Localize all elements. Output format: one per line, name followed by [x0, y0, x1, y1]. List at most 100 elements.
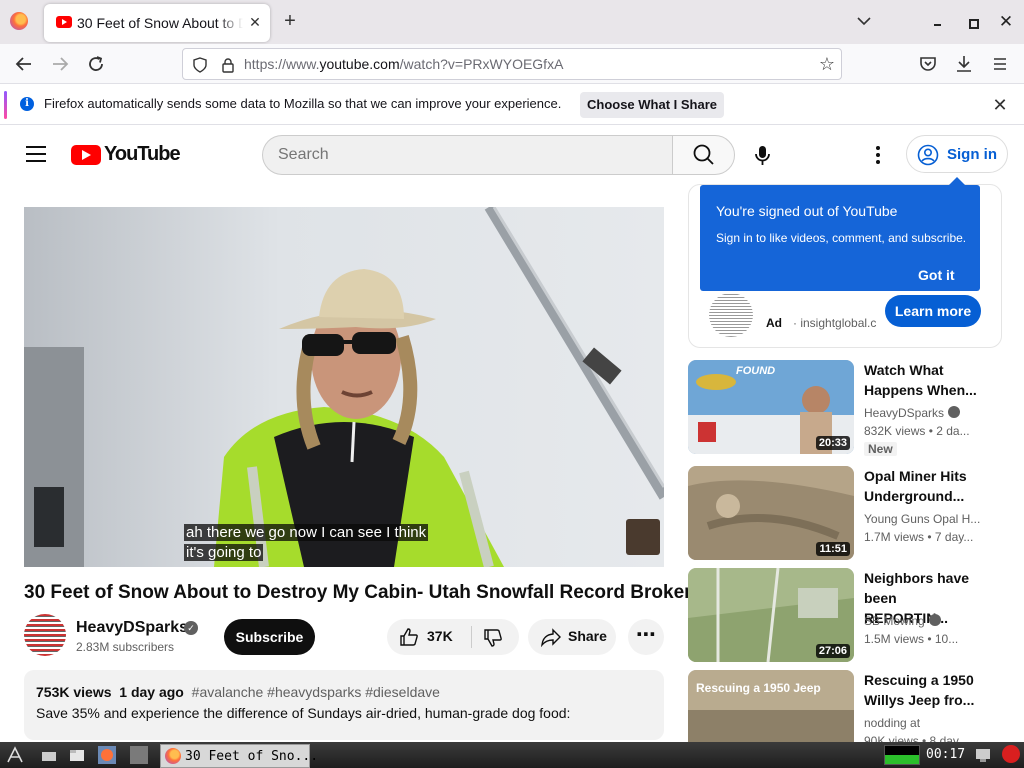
youtube-logo[interactable]: YouTube	[71, 143, 181, 166]
like-divider	[471, 626, 472, 648]
network-icon[interactable]	[974, 746, 992, 764]
recommendation-item[interactable]: 11:51 Opal Miner Hits Underground... You…	[688, 466, 1024, 560]
recommendation-item[interactable]: FOUND 20:33 Watch What Happens When... H…	[688, 360, 1024, 456]
back-button[interactable]	[12, 52, 36, 76]
firefox-logo-icon[interactable]	[10, 12, 28, 30]
hashtags[interactable]: #avalanche #heavydsparks #dieseldave	[192, 684, 440, 700]
voice-search-button[interactable]	[744, 135, 782, 175]
tooltip-title: You're signed out of YouTube	[716, 203, 898, 219]
video-duration: 20:33	[815, 436, 850, 450]
description-box[interactable]: 753K views 1 day ago #avalanche #heavyds…	[24, 670, 664, 740]
youtube-play-logo-icon	[71, 145, 101, 165]
choose-what-i-share-button[interactable]: Choose What I Share	[580, 92, 724, 118]
channel-name[interactable]: HeavyDSparks	[76, 619, 188, 637]
channel-avatar[interactable]	[24, 614, 66, 656]
thumbnail-caption: FOUND	[736, 365, 775, 377]
recommendation-channel[interactable]: HeavyDSparks	[864, 406, 984, 420]
recommendation-channel[interactable]: SB Mowing	[864, 614, 984, 628]
ad-domain: · insightglobal.c	[793, 316, 877, 330]
browser-tab-bar: 30 Feet of Snow About to Destroy My Cabi…	[0, 0, 1024, 44]
arrow-left-icon	[15, 57, 31, 71]
firefox-launcher-icon[interactable]	[98, 746, 116, 764]
downloads-button[interactable]	[952, 52, 976, 76]
description-meta: 753K views 1 day ago #avalanche #heavyds…	[36, 684, 440, 700]
video-duration: 11:51	[816, 542, 850, 556]
channel-watermark-icon[interactable]	[626, 519, 660, 555]
video-frame	[24, 207, 664, 567]
subscribe-button[interactable]: Subscribe	[224, 619, 315, 655]
search-button[interactable]	[672, 135, 735, 175]
bookmark-star-icon[interactable]: ☆	[817, 54, 837, 74]
new-tab-button[interactable]: +	[280, 11, 300, 31]
video-player[interactable]: ah there we go now I can see I think it'…	[24, 207, 664, 567]
lock-icon[interactable]	[221, 57, 235, 73]
close-window-button[interactable]: ✕	[996, 12, 1016, 32]
firefox-icon	[165, 748, 181, 764]
recommendation-item[interactable]: 27:06 Neighbors have been REPORTIN... SB…	[688, 568, 1024, 662]
show-desktop-icon[interactable]	[40, 746, 58, 764]
sign-in-button[interactable]: Sign in	[906, 135, 1008, 173]
share-button[interactable]: Share	[528, 619, 616, 655]
download-icon	[957, 56, 971, 72]
recommendation-channel[interactable]: nodding at	[864, 716, 984, 730]
view-count: 753K views	[36, 684, 112, 700]
vertical-dots-icon	[876, 146, 880, 164]
recommendation-title[interactable]: Watch What Happens When...	[864, 360, 982, 400]
tab-close-icon[interactable]: ✕	[246, 13, 264, 31]
more-actions-button[interactable]: ⋯	[628, 619, 664, 655]
got-it-button[interactable]: Got it	[918, 267, 955, 283]
settings-more-button[interactable]	[866, 143, 890, 167]
forward-button[interactable]	[48, 52, 72, 76]
video-caption: ah there we go now I can see I think it'…	[184, 524, 429, 561]
maximize-window-button[interactable]	[964, 14, 980, 30]
like-button[interactable]: 37K	[387, 619, 471, 655]
ad-avatar	[709, 293, 753, 337]
url-text[interactable]: https://www.youtube.com/watch?v=PRxWYOEG…	[244, 56, 563, 72]
recommendation-channel[interactable]: Young Guns Opal H...	[864, 512, 984, 526]
info-icon: i	[20, 97, 34, 111]
verified-check-icon	[948, 406, 961, 418]
youtube-logo-text: YouTube	[104, 143, 181, 165]
guide-menu-icon[interactable]	[26, 146, 46, 162]
account-circle-icon	[917, 144, 939, 166]
os-taskbar: 30 Feet of Sno... 00:17	[0, 742, 1024, 768]
power-icon[interactable]	[1002, 745, 1020, 763]
youtube-favicon-icon	[56, 16, 72, 28]
dislike-button[interactable]	[473, 619, 519, 655]
close-icon[interactable]: ✕	[990, 95, 1010, 115]
reload-button[interactable]	[84, 52, 108, 76]
tab-youtube[interactable]: 30 Feet of Snow About to Destroy My Cabi…	[44, 4, 270, 42]
tab-title: 30 Feet of Snow About to Destroy My Cabi…	[77, 15, 243, 31]
video-duration: 27:06	[815, 644, 850, 658]
telemetry-notification-bar: i Firefox automatically sends some data …	[0, 85, 1024, 125]
taskbar-firefox-task[interactable]: 30 Feet of Sno...	[160, 744, 318, 768]
learn-more-button[interactable]: Learn more	[885, 295, 981, 327]
youtube-header: YouTube Sign in	[0, 126, 1024, 184]
hamburger-menu-icon	[994, 58, 1006, 70]
video-thumbnail[interactable]: 11:51	[688, 466, 854, 560]
app-menu-button[interactable]	[988, 52, 1012, 76]
terminal-launcher-icon[interactable]	[130, 746, 148, 764]
recommendation-title[interactable]: Rescuing a 1950 Willys Jeep fro...	[864, 670, 982, 710]
chevron-down-icon[interactable]	[856, 13, 872, 29]
taskbar-clock: 00:17	[926, 747, 966, 762]
search-input[interactable]	[278, 146, 648, 164]
video-thumbnail[interactable]: FOUND 20:33	[688, 360, 854, 454]
address-bar[interactable]: https://www.youtube.com/watch?v=PRxWYOEG…	[182, 48, 842, 80]
shield-icon[interactable]	[193, 57, 207, 73]
arrow-right-icon	[53, 57, 69, 71]
verified-check-icon	[928, 614, 941, 626]
search-box[interactable]	[262, 135, 672, 175]
description-text: Save 35% and experience the difference o…	[36, 705, 571, 721]
taskbar-task-label: 30 Feet of Sno...	[185, 749, 319, 764]
recommendation-title[interactable]: Opal Miner Hits Underground...	[864, 466, 982, 506]
video-thumbnail[interactable]: 27:06	[688, 568, 854, 662]
notification-text: Firefox automatically sends some data to…	[44, 96, 562, 111]
file-manager-icon[interactable]	[68, 746, 86, 764]
recommendation-meta: 1.7M views • 7 day...	[864, 530, 974, 544]
pocket-button[interactable]	[916, 52, 940, 76]
tooltip-body: Sign in to like videos, comment, and sub…	[716, 231, 967, 245]
start-menu-icon[interactable]	[6, 746, 24, 764]
like-count: 37K	[427, 628, 453, 644]
minimize-window-button[interactable]	[930, 14, 946, 30]
